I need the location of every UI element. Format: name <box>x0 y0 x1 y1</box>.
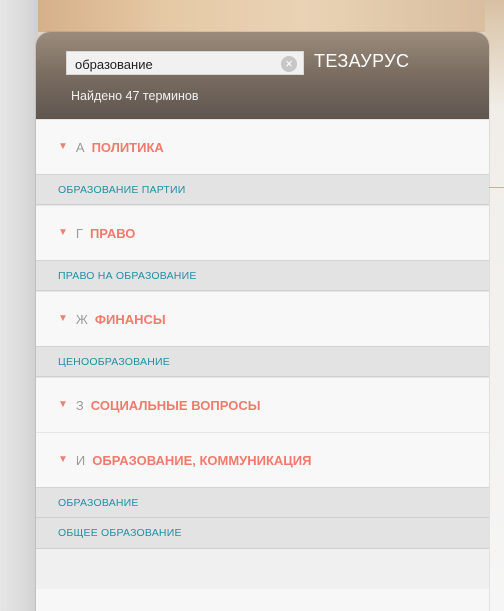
panel-bottom-space <box>36 549 489 589</box>
term-item[interactable]: ОБРАЗОВАНИЕ <box>36 487 489 518</box>
results-count: Найдено 47 терминов <box>71 89 199 103</box>
category-letter: Г <box>75 225 83 241</box>
search-box: × <box>66 51 304 76</box>
term-item[interactable]: ОБРАЗОВАНИЕ ПАРТИИ <box>36 174 489 205</box>
chevron-down-icon: ▼ <box>58 140 68 152</box>
category-title: ПОЛИТИКА <box>91 139 164 155</box>
left-background-strip <box>0 0 38 611</box>
category-education-communication[interactable]: ▼ И ОБРАЗОВАНИЕ, КОММУНИКАЦИЯ <box>36 432 489 487</box>
category-title: ФИНАНСЫ <box>94 311 166 327</box>
clear-search-icon[interactable]: × <box>281 56 297 72</box>
chevron-down-icon: ▼ <box>58 226 68 238</box>
category-letter: З <box>75 397 84 413</box>
thesaurus-panel: × ТЕЗАУРУС Найдено 47 терминов ▼ А ПОЛИТ… <box>36 32 489 611</box>
chevron-down-icon: ▼ <box>58 398 68 410</box>
term-item[interactable]: ПРАВО НА ОБРАЗОВАНИЕ <box>36 260 489 291</box>
top-background <box>38 0 486 32</box>
term-item[interactable]: ОБЩЕЕ ОБРАЗОВАНИЕ <box>36 518 489 549</box>
chevron-down-icon: ▼ <box>58 312 68 324</box>
category-finance[interactable]: ▼ Ж ФИНАНСЫ <box>36 291 489 346</box>
category-politics[interactable]: ▼ А ПОЛИТИКА <box>36 119 489 174</box>
chevron-down-icon: ▼ <box>58 453 68 465</box>
panel-title: ТЕЗАУРУС <box>314 51 410 71</box>
category-letter: Ж <box>75 311 88 327</box>
category-title: ПРАВО <box>89 225 136 241</box>
category-title: СОЦИАЛЬНЫЕ ВОПРОСЫ <box>90 397 261 413</box>
category-letter: А <box>75 139 85 155</box>
term-label: ЦЕНООБРАЗОВАНИЕ <box>58 355 170 368</box>
term-label: ОБРАЗОВАНИЕ ПАРТИИ <box>58 183 186 196</box>
category-social-issues[interactable]: ▼ З СОЦИАЛЬНЫЕ ВОПРОСЫ <box>36 377 489 432</box>
term-label: ОБРАЗОВАНИЕ <box>58 496 139 509</box>
category-letter: И <box>75 452 86 468</box>
panel-header: × ТЕЗАУРУС Найдено 47 терминов <box>36 32 489 119</box>
term-label: ПРАВО НА ОБРАЗОВАНИЕ <box>58 269 197 282</box>
search-input[interactable] <box>73 52 277 76</box>
term-label: ОБЩЕЕ ОБРАЗОВАНИЕ <box>58 527 182 539</box>
category-title: ОБРАЗОВАНИЕ, КОММУНИКАЦИЯ <box>92 452 312 468</box>
category-law[interactable]: ▼ Г ПРАВО <box>36 205 489 260</box>
term-item[interactable]: ЦЕНООБРАЗОВАНИЕ <box>36 346 489 377</box>
